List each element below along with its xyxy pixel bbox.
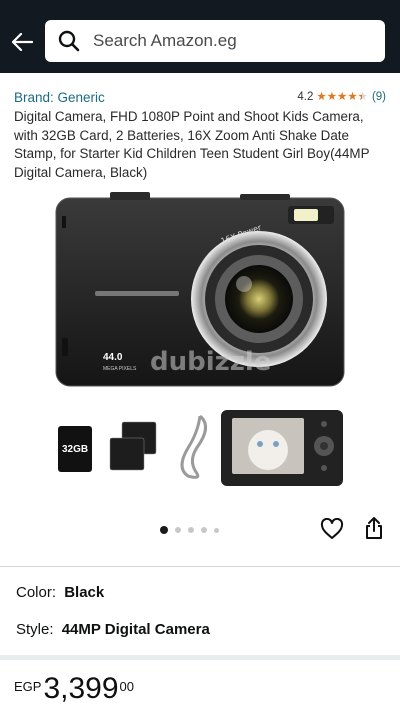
carousel-dots[interactable] bbox=[160, 526, 226, 534]
star-rating: ★ ★ ★ ★ ★★ bbox=[316, 91, 368, 103]
share-icon bbox=[364, 516, 384, 545]
carousel-dot-active[interactable] bbox=[160, 526, 168, 534]
price: EGP 3,399 00 bbox=[14, 672, 134, 706]
sd-card-label: 32GB bbox=[62, 444, 88, 455]
color-value: Black bbox=[64, 584, 105, 601]
rating-value: 4.2 bbox=[297, 91, 314, 103]
star-icon: ★ bbox=[326, 91, 337, 103]
top-bar bbox=[0, 0, 400, 73]
megapixel-badge: 44.0 bbox=[103, 352, 123, 363]
brand-link[interactable]: Brand: Generic bbox=[14, 90, 105, 105]
rating-count[interactable]: (9) bbox=[372, 91, 386, 103]
divider bbox=[0, 566, 400, 567]
brand-rating-row: Brand: Generic 4.2 ★ ★ ★ ★ ★★ (9) bbox=[14, 90, 386, 108]
star-icon: ★ bbox=[316, 91, 327, 103]
style-label: Style: bbox=[16, 621, 54, 638]
rating[interactable]: 4.2 ★ ★ ★ ★ ★★ (9) bbox=[297, 91, 386, 103]
carousel-dot[interactable] bbox=[175, 527, 181, 533]
search-box[interactable] bbox=[45, 20, 385, 62]
search-input[interactable] bbox=[91, 30, 365, 52]
carousel-dot[interactable] bbox=[214, 527, 219, 533]
back-arrow-icon bbox=[11, 32, 34, 56]
price-fraction: 00 bbox=[119, 679, 135, 694]
wishlist-button[interactable] bbox=[318, 517, 346, 545]
product-image[interactable]: 16X Power 44.0 MEGA PIXELS dubizzle 32GB bbox=[0, 188, 400, 518]
color-option[interactable]: Color: Black bbox=[16, 584, 104, 601]
megapixel-sub: MEGA PIXELS bbox=[103, 366, 137, 372]
product-photo: 16X Power 44.0 MEGA PIXELS dubizzle 32GB bbox=[55, 192, 345, 486]
search-icon bbox=[55, 27, 83, 55]
color-label: Color: bbox=[16, 584, 57, 601]
style-option[interactable]: Style: 44MP Digital Camera bbox=[16, 621, 210, 638]
watermark: dubizzle bbox=[150, 347, 271, 377]
star-icon: ★ bbox=[337, 91, 348, 103]
carousel-dot[interactable] bbox=[188, 527, 194, 533]
price-currency: EGP bbox=[14, 679, 42, 694]
price-whole: 3,399 bbox=[43, 672, 119, 705]
heart-icon bbox=[320, 517, 344, 545]
carousel-dot[interactable] bbox=[201, 527, 207, 533]
back-button[interactable] bbox=[6, 28, 38, 60]
style-value: 44MP Digital Camera bbox=[61, 621, 210, 638]
star-icon: ★ bbox=[347, 91, 358, 103]
product-title: Digital Camera, FHD 1080P Point and Shoo… bbox=[14, 109, 370, 180]
share-button[interactable] bbox=[361, 516, 387, 544]
section-divider bbox=[0, 655, 400, 660]
half-star-icon: ★★ bbox=[357, 91, 368, 103]
